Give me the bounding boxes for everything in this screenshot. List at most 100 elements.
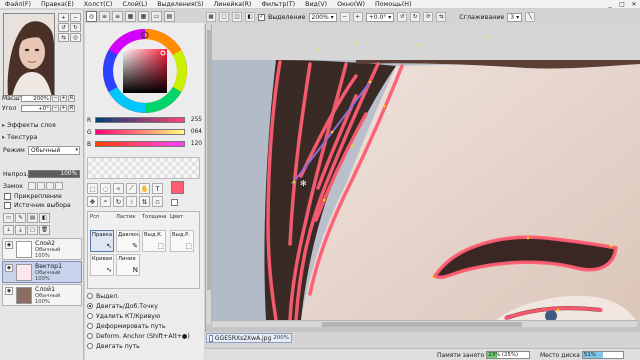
scrollbar-thumb[interactable] (207, 30, 211, 290)
new-layer-icon[interactable]: ▭ (3, 213, 14, 223)
menu-ruler[interactable]: Линейка(R) (209, 0, 257, 9)
move-tool-icon[interactable]: ✥ (87, 196, 98, 207)
tool-line[interactable]: Линия N (116, 254, 140, 276)
smoothing-select[interactable]: 3 ▾ (507, 12, 523, 22)
red-value[interactable]: 255 (187, 117, 202, 123)
scratchpad-area[interactable] (87, 157, 200, 179)
color-wheel-mode-icon[interactable]: ◎ (86, 11, 97, 22)
eyedropper-tool-icon[interactable]: ⟋ (126, 183, 137, 194)
reset-rotation-icon[interactable]: ⟳ (423, 12, 434, 22)
opacity-slider[interactable]: 100% (28, 170, 80, 178)
lock-move-icon[interactable] (46, 182, 54, 190)
menu-layer[interactable]: Слой(L) (117, 0, 152, 9)
tab-pen[interactable]: Рсп (90, 214, 99, 220)
menu-help[interactable]: Помощь(H) (370, 0, 416, 9)
menu-window[interactable]: Окно(W) (332, 0, 370, 9)
zoom-in-icon[interactable]: + (352, 12, 363, 22)
vertical-scrollbar[interactable] (206, 24, 212, 324)
tool-edit[interactable]: Правка ↖ (90, 230, 114, 252)
option-select[interactable]: Выдел. (87, 291, 200, 301)
radio-button[interactable] (87, 323, 93, 329)
tool-select-eraser[interactable]: Выд.Р. ⬚ (170, 230, 194, 252)
primary-color-swatch[interactable] (171, 181, 184, 194)
delete-layer-icon[interactable]: 🗑 (39, 225, 50, 235)
tool-select-color[interactable]: Выд.К. ⬚ (142, 230, 166, 252)
lasso-tool-icon[interactable]: ◌ (100, 183, 111, 194)
tool-pressure[interactable]: Давлен. ✎ (116, 230, 140, 252)
color-wheel[interactable] (87, 25, 202, 113)
transfer-down-icon[interactable]: ⇣ (3, 225, 14, 235)
navigator-preview[interactable] (3, 13, 55, 96)
menu-edit[interactable]: Правка(E) (36, 0, 79, 9)
blue-slider[interactable] (95, 141, 185, 147)
visibility-eye-icon[interactable]: ◉ (5, 264, 13, 272)
scale-plus-button[interactable]: + (60, 94, 67, 102)
minimize-button[interactable]: _ (604, 0, 616, 9)
menu-selection[interactable]: Выделения(S) (152, 0, 208, 9)
rotate-tool-icon[interactable]: ↻ (113, 196, 124, 207)
layer-item[interactable]: ◉ Слой1 Обычный 100% (2, 284, 82, 306)
hsv-slider-mode-icon[interactable]: ≡ (112, 11, 123, 22)
clear-layer-icon[interactable]: ▢ (27, 225, 38, 235)
tab-eraser[interactable]: Ластик (116, 214, 135, 220)
angle-plus-button[interactable]: + (60, 104, 67, 112)
swatches-mode-icon[interactable]: ▦ (138, 11, 149, 22)
new-layer-mask-icon[interactable]: ◧ (39, 213, 50, 223)
canvas-area[interactable]: ✻ (205, 24, 640, 332)
option-move-path[interactable]: Двигать путь (87, 341, 200, 351)
maximize-button[interactable]: □ (616, 0, 628, 9)
rotation-select[interactable]: +0.0° ▾ (365, 12, 395, 22)
zoom-select[interactable]: 200% ▾ (308, 12, 337, 22)
layer-item[interactable]: ◉ Вектор1 Обычный 100% (2, 261, 82, 283)
rotate-right-icon[interactable]: ↻ (410, 12, 421, 22)
zoom-out-icon[interactable]: − (70, 13, 81, 22)
layer-effects-header[interactable]: ▸ Эффекты слоя (2, 122, 56, 129)
document-tab[interactable]: GGE5RXs2XwA.jpg 200% (206, 333, 292, 343)
menu-canvas[interactable]: Холст(C) (79, 0, 118, 9)
lock-paint-icon[interactable] (37, 182, 45, 190)
scale-reset-button[interactable]: R (68, 94, 75, 102)
transparent-color-icon[interactable]: ▫ (152, 196, 163, 207)
select-all-icon[interactable]: ▦ (206, 12, 216, 22)
color-mixer-icon[interactable]: ▦ (125, 11, 136, 22)
rotate-left-icon[interactable]: ↺ (397, 12, 408, 22)
option-delete-point[interactable]: Удалить КТ/Кривую (87, 311, 200, 321)
invert-selection-icon[interactable]: ◫ (232, 12, 242, 22)
tool-curve[interactable]: Кривая ∿ (90, 254, 114, 276)
radio-button[interactable] (87, 333, 93, 339)
reset-view-icon[interactable]: ◎ (70, 33, 81, 42)
menu-file[interactable]: Файл(F) (0, 0, 36, 9)
selection-source-row[interactable]: Источник выбора (4, 202, 71, 209)
deselect-icon[interactable]: ▢ (219, 12, 229, 22)
green-value[interactable]: 064 (187, 129, 202, 135)
menu-view[interactable]: Вид(V) (300, 0, 332, 9)
radio-button[interactable] (87, 293, 93, 299)
visibility-eye-icon[interactable]: ◉ (5, 241, 13, 249)
menu-filter[interactable]: Фильтр(T) (256, 0, 300, 9)
zoom-out-icon[interactable]: − (339, 12, 350, 22)
visibility-eye-icon[interactable]: ◉ (5, 287, 13, 295)
flip-icon[interactable]: ⇆ (58, 33, 69, 42)
tab-color[interactable]: Цвет (170, 214, 183, 220)
selection-visible-checkbox[interactable]: ✓ (258, 13, 265, 21)
selection-rect-tool-icon[interactable]: ⬚ (87, 183, 98, 194)
scrollbar-thumb[interactable] (322, 322, 522, 327)
red-slider[interactable] (95, 117, 185, 123)
clipping-checkbox[interactable] (4, 193, 11, 200)
angle-minus-button[interactable]: − (52, 104, 59, 112)
green-slider[interactable] (95, 129, 185, 135)
texture-header[interactable]: ▸ Текстура (2, 134, 37, 141)
secondary-color-swatch[interactable] (171, 199, 178, 206)
tab-thickness[interactable]: Толщина (142, 214, 167, 220)
swap-color-icon[interactable]: ⇅ (139, 196, 150, 207)
flip-horizontal-icon[interactable]: ⇆ (436, 12, 447, 22)
selection-source-checkbox[interactable] (4, 202, 11, 209)
rgb-slider-mode-icon[interactable]: ≡ (99, 11, 110, 22)
scale-minus-button[interactable]: − (52, 94, 59, 102)
blend-mode-select[interactable]: Обычный ▾ (28, 146, 80, 155)
clipping-row[interactable]: Прикрепление (4, 193, 62, 200)
rotate-right-icon[interactable]: ↻ (70, 23, 81, 32)
fill-icon[interactable]: ◧ (245, 12, 255, 22)
new-vector-layer-icon[interactable]: ✎ (15, 213, 26, 223)
layer-item[interactable]: ◉ Слой2 Обычный 100% (2, 238, 82, 260)
